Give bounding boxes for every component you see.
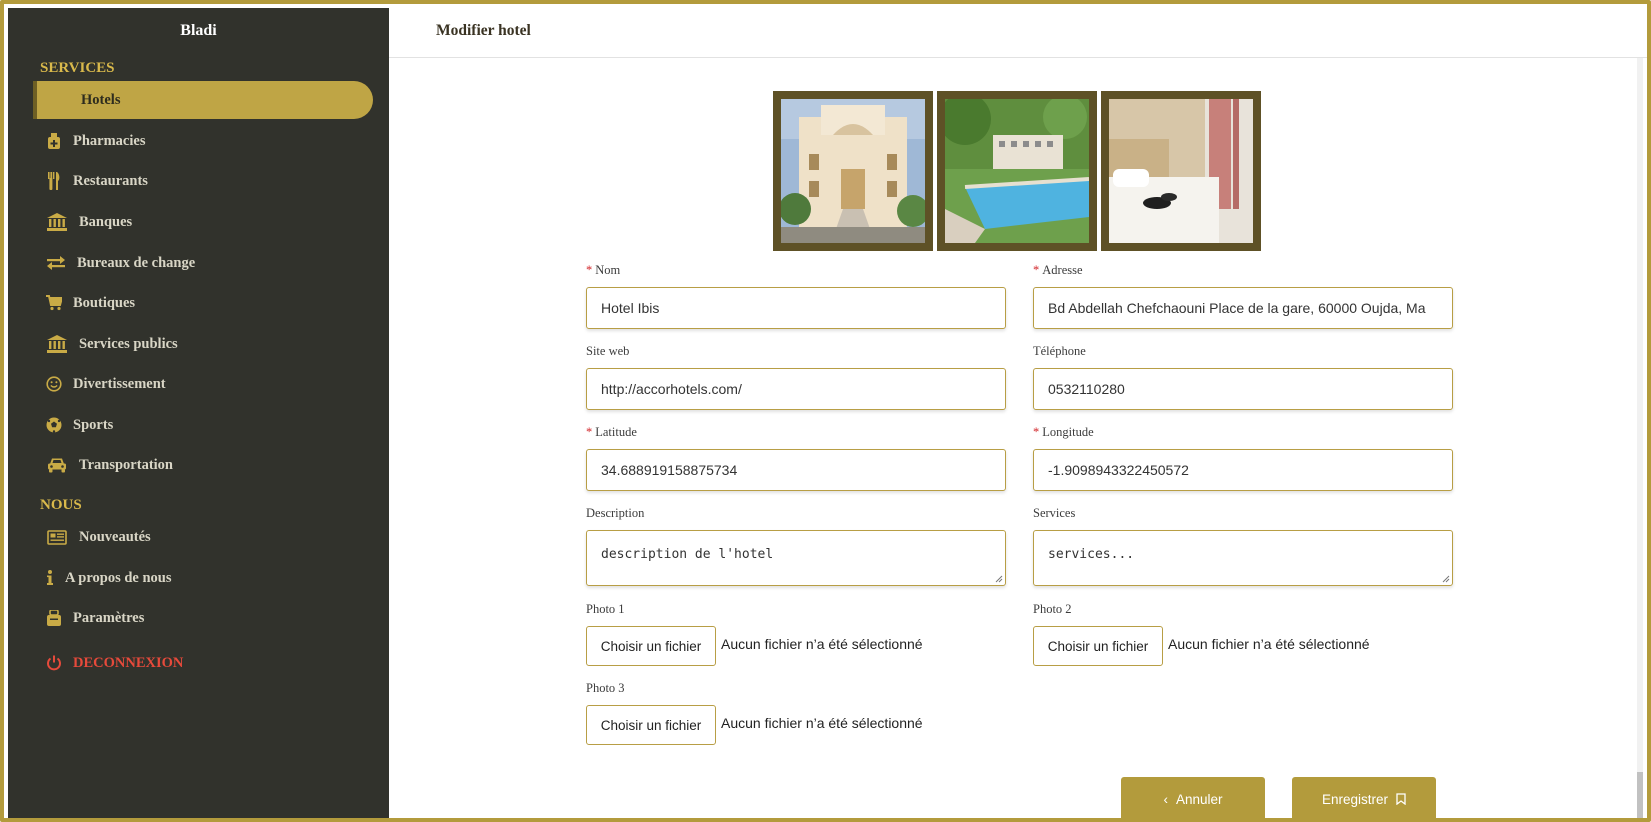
save-button[interactable]: Enregistrer — [1292, 777, 1436, 818]
resize-handle-icon[interactable] — [1440, 573, 1450, 583]
sidebar: Bladi SERVICES Hotels Pharmacies Restaur… — [8, 8, 389, 818]
sidebar-item-nouveautes[interactable]: Nouveautés — [33, 518, 373, 556]
sidebar-item-label: Divertissement — [73, 375, 166, 392]
sidebar-item-transportation[interactable]: Transportation — [33, 446, 373, 484]
bookmark-icon — [1396, 793, 1406, 805]
utensils-icon — [43, 171, 65, 191]
sidebar-item-label: Hotels — [81, 91, 121, 108]
telephone-input[interactable]: 0532110280 — [1033, 368, 1453, 410]
photo1-status: Aucun fichier n’a été sélectionné — [721, 636, 923, 652]
sidebar-item-label: Nouveautés — [79, 528, 151, 545]
info-icon — [43, 568, 57, 588]
scrollbar-thumb[interactable] — [1637, 772, 1643, 818]
adresse-label: * Adresse — [1033, 263, 1083, 277]
photo1-label: Photo 1 — [586, 602, 625, 616]
sidebar-item-sports[interactable]: Sports — [33, 406, 373, 444]
description-text: description de l'hotel — [601, 547, 774, 562]
adresse-input[interactable]: Bd Abdellah Chefchaouni Place de la gare… — [1033, 287, 1453, 329]
hotel-facade-image — [781, 99, 925, 243]
sidebar-item-label: Services publics — [79, 335, 178, 352]
section-services: SERVICES — [40, 60, 115, 76]
photo2-status: Aucun fichier n’a été sélectionné — [1168, 636, 1370, 652]
photo2-choose-button[interactable]: Choisir un fichier — [1033, 626, 1163, 666]
latitude-label: * Latitude — [586, 425, 637, 439]
latitude-input[interactable]: 34.688919158875734 — [586, 449, 1006, 491]
hotel-pool-image — [945, 99, 1089, 243]
photo3-label: Photo 3 — [586, 681, 625, 695]
sidebar-item-boutiques[interactable]: Boutiques — [33, 284, 373, 322]
car-icon — [43, 455, 71, 475]
nom-input[interactable]: Hotel Ibis — [586, 287, 1006, 329]
cancel-label: Annuler — [1175, 791, 1223, 807]
app-frame: Bladi SERVICES Hotels Pharmacies Restaur… — [0, 0, 1651, 822]
services-textarea[interactable]: services... — [1033, 530, 1453, 586]
settings-icon — [43, 608, 65, 628]
sidebar-item-label: Bureaux de change — [77, 254, 196, 271]
bank-icon — [43, 212, 71, 232]
brand-title: Bladi — [180, 22, 217, 39]
services-text: services... — [1048, 547, 1135, 562]
sidebar-item-bureaux-de-change[interactable]: Bureaux de change — [33, 244, 373, 282]
pharmacy-icon — [43, 131, 65, 151]
sidebar-item-restaurants[interactable]: Restaurants — [33, 162, 373, 200]
photo2-label: Photo 2 — [1033, 602, 1072, 616]
newspaper-icon — [43, 527, 71, 547]
photo1-choose-button[interactable]: Choisir un fichier — [586, 626, 716, 666]
site-web-label: Site web — [586, 344, 630, 358]
longitude-label: * Longitude — [1033, 425, 1094, 439]
soccer-ball-icon — [43, 415, 65, 435]
hotel-photo-2 — [937, 91, 1097, 251]
smile-icon — [43, 374, 65, 394]
section-nous: NOUS — [40, 497, 82, 513]
sidebar-item-divertissement[interactable]: Divertissement — [33, 365, 373, 403]
sidebar-item-banques[interactable]: Banques — [33, 203, 373, 241]
chevron-left-icon: ‹ — [1163, 791, 1168, 807]
sidebar-item-label: Boutiques — [73, 294, 136, 311]
photo3-choose-button[interactable]: Choisir un fichier — [586, 705, 716, 745]
cancel-button[interactable]: ‹ Annuler — [1121, 777, 1265, 818]
sidebar-item-label: Banques — [79, 213, 133, 230]
top-bar: Modifier hotel — [389, 8, 1647, 58]
longitude-input[interactable]: -1.9098943322450572 — [1033, 449, 1453, 491]
description-label: Description — [586, 506, 645, 520]
nom-label: * Nom — [586, 263, 621, 277]
building-icon — [43, 334, 71, 354]
sidebar-item-label: A propos de nous — [65, 569, 172, 586]
cart-icon — [43, 293, 65, 313]
site-web-input[interactable]: http://accorhotels.com/ — [586, 368, 1006, 410]
sidebar-item-parametres[interactable]: Paramètres — [33, 599, 373, 637]
services-label: Services — [1033, 506, 1076, 520]
logout-label: DECONNEXION — [73, 654, 184, 671]
sidebar-item-label: Pharmacies — [73, 132, 146, 149]
sidebar-item-label: Sports — [73, 416, 114, 433]
resize-handle-icon[interactable] — [993, 573, 1003, 583]
hotel-photo-3 — [1101, 91, 1261, 251]
telephone-label: Téléphone — [1033, 344, 1086, 358]
logout-button[interactable]: DECONNEXION — [33, 644, 373, 682]
description-textarea[interactable]: description de l'hotel — [586, 530, 1006, 586]
sidebar-item-label: Paramètres — [73, 609, 145, 626]
page-title: Modifier hotel — [436, 22, 531, 39]
power-icon — [43, 653, 65, 673]
photo3-status: Aucun fichier n’a été sélectionné — [721, 715, 923, 731]
exchange-icon — [43, 253, 69, 273]
scrollbar[interactable] — [1637, 58, 1643, 818]
sidebar-item-label: Transportation — [79, 456, 173, 473]
sidebar-item-services-publics[interactable]: Services publics — [33, 325, 373, 363]
hotel-photo-1 — [773, 91, 933, 251]
sidebar-item-pharmacies[interactable]: Pharmacies — [33, 122, 373, 160]
save-label: Enregistrer — [1321, 791, 1389, 807]
sidebar-item-label: Restaurants — [73, 172, 148, 189]
sidebar-item-hotels[interactable]: Hotels — [33, 81, 373, 119]
hotel-room-image — [1109, 99, 1253, 243]
sidebar-item-a-propos[interactable]: A propos de nous — [33, 559, 373, 597]
